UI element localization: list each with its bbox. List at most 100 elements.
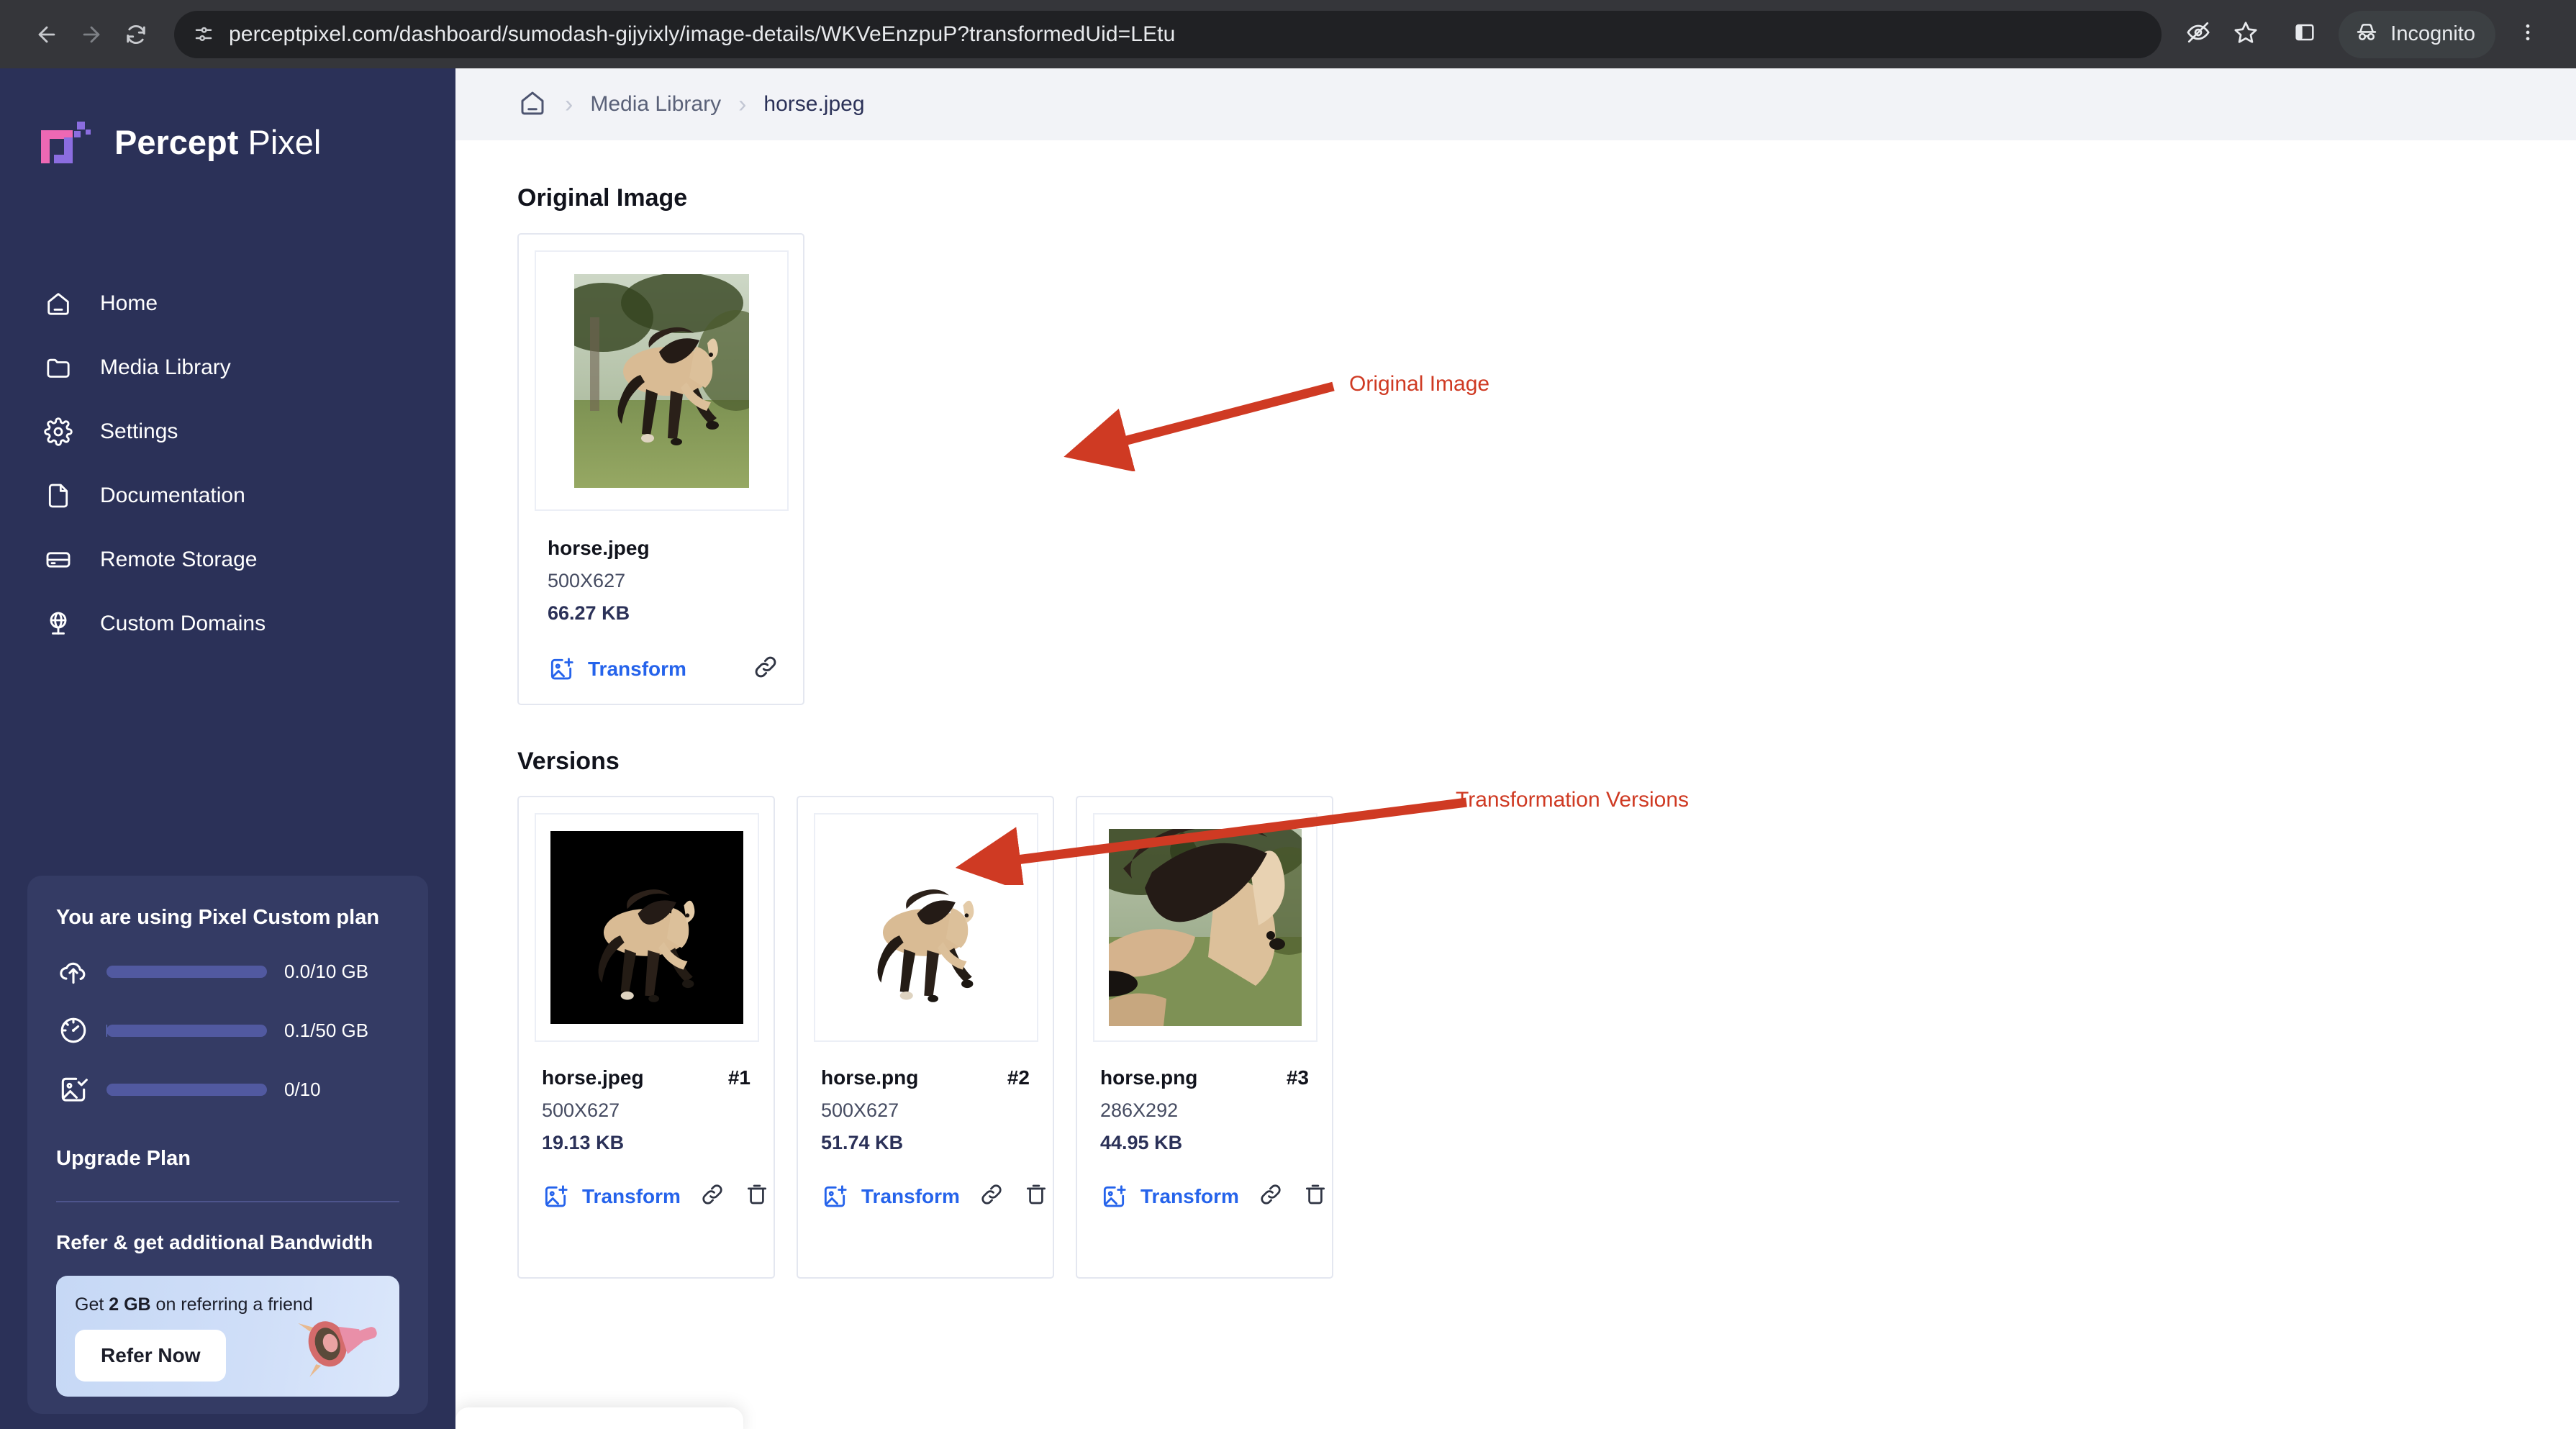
side-panel-icon — [2293, 21, 2316, 47]
copy-link-button[interactable] — [699, 1181, 725, 1211]
breadcrumb-separator: › — [738, 91, 747, 118]
breadcrumb-item-media-library[interactable]: Media Library — [590, 92, 721, 117]
annotation-label-transformation-versions: Transformation Versions — [1456, 788, 1690, 812]
breadcrumb-item-current: horse.jpeg — [763, 92, 865, 116]
transform-button[interactable]: Transform — [1100, 1183, 1239, 1210]
usage-row-bandwidth: 0.1/50 GB — [56, 1013, 399, 1048]
sidebar-item-settings[interactable]: Settings — [0, 399, 455, 463]
version-thumbnail-frame — [814, 813, 1038, 1042]
folder-icon — [42, 351, 75, 384]
main-content: › Media Library › horse.jpeg Original Im… — [455, 68, 2576, 1429]
link-icon — [752, 653, 779, 684]
usage-value: 0.1/50 GB — [284, 1019, 369, 1041]
globe-icon — [42, 607, 75, 640]
breadcrumb-home-link[interactable] — [517, 88, 548, 122]
sidebar-item-media-library[interactable]: Media Library — [0, 335, 455, 399]
forward-button[interactable] — [69, 12, 114, 57]
usage-value: 0.0/10 GB — [284, 960, 369, 982]
hard-drive-icon — [42, 543, 75, 576]
transform-button[interactable]: Transform — [542, 1183, 681, 1210]
delete-button[interactable] — [744, 1181, 770, 1211]
sidebar-item-home[interactable]: Home — [0, 271, 455, 335]
trash-icon — [1302, 1181, 1328, 1211]
sidebar-item-documentation[interactable]: Documentation — [0, 463, 455, 527]
speedometer-icon — [56, 1013, 91, 1048]
annotation-arrow-1 — [1063, 381, 1335, 471]
tracking-protection-button[interactable] — [2174, 11, 2222, 58]
copy-link-button[interactable] — [979, 1181, 1004, 1211]
site-settings-icon[interactable] — [193, 24, 214, 45]
sidebar-item-label: Home — [100, 291, 158, 315]
image-add-icon — [542, 1183, 569, 1210]
usage-progress-bar — [106, 1024, 267, 1037]
usage-row-transformations: 0/10 — [56, 1072, 399, 1107]
copy-link-button[interactable] — [1258, 1181, 1284, 1211]
sidebar-item-label: Documentation — [100, 483, 245, 507]
original-image-meta: horse.jpeg 500X627 66.27 KB — [535, 537, 779, 625]
version-index: #3 — [1286, 1066, 1309, 1089]
sidebar-item-label: Media Library — [100, 355, 231, 379]
delete-button[interactable] — [1023, 1181, 1049, 1211]
address-bar[interactable]: perceptpixel.com/dashboard/sumodash-gijy… — [174, 10, 2162, 58]
versions-grid: horse.jpeg #1 500X627 19.13 KB Transform — [517, 796, 2576, 1279]
version-name-row: horse.png #3 — [1100, 1066, 1309, 1089]
transform-label: Transform — [588, 657, 686, 680]
sidebar-item-custom-domains[interactable]: Custom Domains — [0, 591, 455, 655]
cloud-upload-icon — [56, 954, 91, 989]
refer-text-pre: Get — [75, 1294, 109, 1315]
chat-widget-panel[interactable] — [455, 1407, 743, 1429]
version-thumbnail-image — [830, 831, 1022, 1024]
trash-icon — [1023, 1181, 1049, 1211]
version-index: #2 — [1007, 1066, 1030, 1089]
upgrade-plan-link[interactable]: Upgrade Plan — [56, 1147, 399, 1171]
home-icon — [517, 88, 548, 122]
version-card[interactable]: horse.jpeg #1 500X627 19.13 KB Transform — [517, 796, 775, 1279]
sidebar-item-remote-storage[interactable]: Remote Storage — [0, 527, 455, 591]
refer-text-post: on referring a friend — [150, 1294, 313, 1315]
version-thumbnail-image — [550, 831, 743, 1024]
refer-now-button[interactable]: Refer Now — [75, 1330, 227, 1382]
url-text: perceptpixel.com/dashboard/sumodash-gijy… — [229, 22, 1176, 46]
star-icon — [2233, 20, 2258, 48]
original-image-card[interactable]: horse.jpeg 500X627 66.27 KB Transform — [517, 233, 804, 705]
side-panel-button[interactable] — [2281, 11, 2328, 58]
transform-button[interactable]: Transform — [548, 655, 686, 683]
sidebar-item-label: Settings — [100, 419, 178, 443]
version-card[interactable]: horse.png #2 500X627 51.74 KB Transform — [797, 796, 1054, 1279]
gear-icon — [42, 415, 75, 448]
bookmark-button[interactable] — [2222, 11, 2269, 58]
transform-label: Transform — [861, 1184, 960, 1207]
reload-button[interactable] — [114, 12, 158, 57]
sidebar-nav: Home Media Library Settings Documentatio… — [0, 271, 455, 655]
file-name: horse.png — [821, 1066, 919, 1089]
forward-arrow-icon — [79, 22, 104, 47]
breadcrumb: › Media Library › horse.jpeg — [455, 68, 2576, 140]
brand-logo[interactable]: Percept Pixel — [0, 68, 455, 176]
file-name: horse.jpeg — [548, 537, 650, 559]
copy-link-button[interactable] — [752, 653, 779, 684]
image-add-icon — [821, 1183, 848, 1210]
image-check-icon — [56, 1072, 91, 1107]
transform-button[interactable]: Transform — [821, 1183, 960, 1210]
trash-icon — [744, 1181, 770, 1211]
usage-value: 0/10 — [284, 1078, 321, 1100]
image-add-icon — [1100, 1183, 1128, 1210]
eye-crossed-icon — [2186, 20, 2210, 48]
link-icon — [699, 1181, 725, 1211]
version-meta: horse.png #3 286X292 44.95 KB — [1093, 1066, 1309, 1154]
kebab-menu-icon — [2517, 22, 2539, 47]
document-icon — [42, 479, 75, 512]
breadcrumb-separator: › — [565, 91, 573, 118]
delete-button[interactable] — [1302, 1181, 1328, 1211]
version-card[interactable]: horse.png #3 286X292 44.95 KB Transform — [1076, 796, 1333, 1279]
versions-section-title: Versions — [517, 748, 620, 775]
incognito-indicator[interactable]: Incognito — [2339, 10, 2495, 58]
back-button[interactable] — [24, 12, 69, 57]
browser-chrome: perceptpixel.com/dashboard/sumodash-gijy… — [0, 0, 2576, 68]
original-image-actions: Transform — [535, 653, 779, 684]
file-size: 19.13 KB — [542, 1132, 625, 1153]
version-index: #1 — [727, 1066, 750, 1089]
browser-menu-button[interactable] — [2504, 11, 2552, 58]
megaphone-icon — [290, 1299, 382, 1388]
brand-name-light: Pixel — [248, 123, 322, 161]
